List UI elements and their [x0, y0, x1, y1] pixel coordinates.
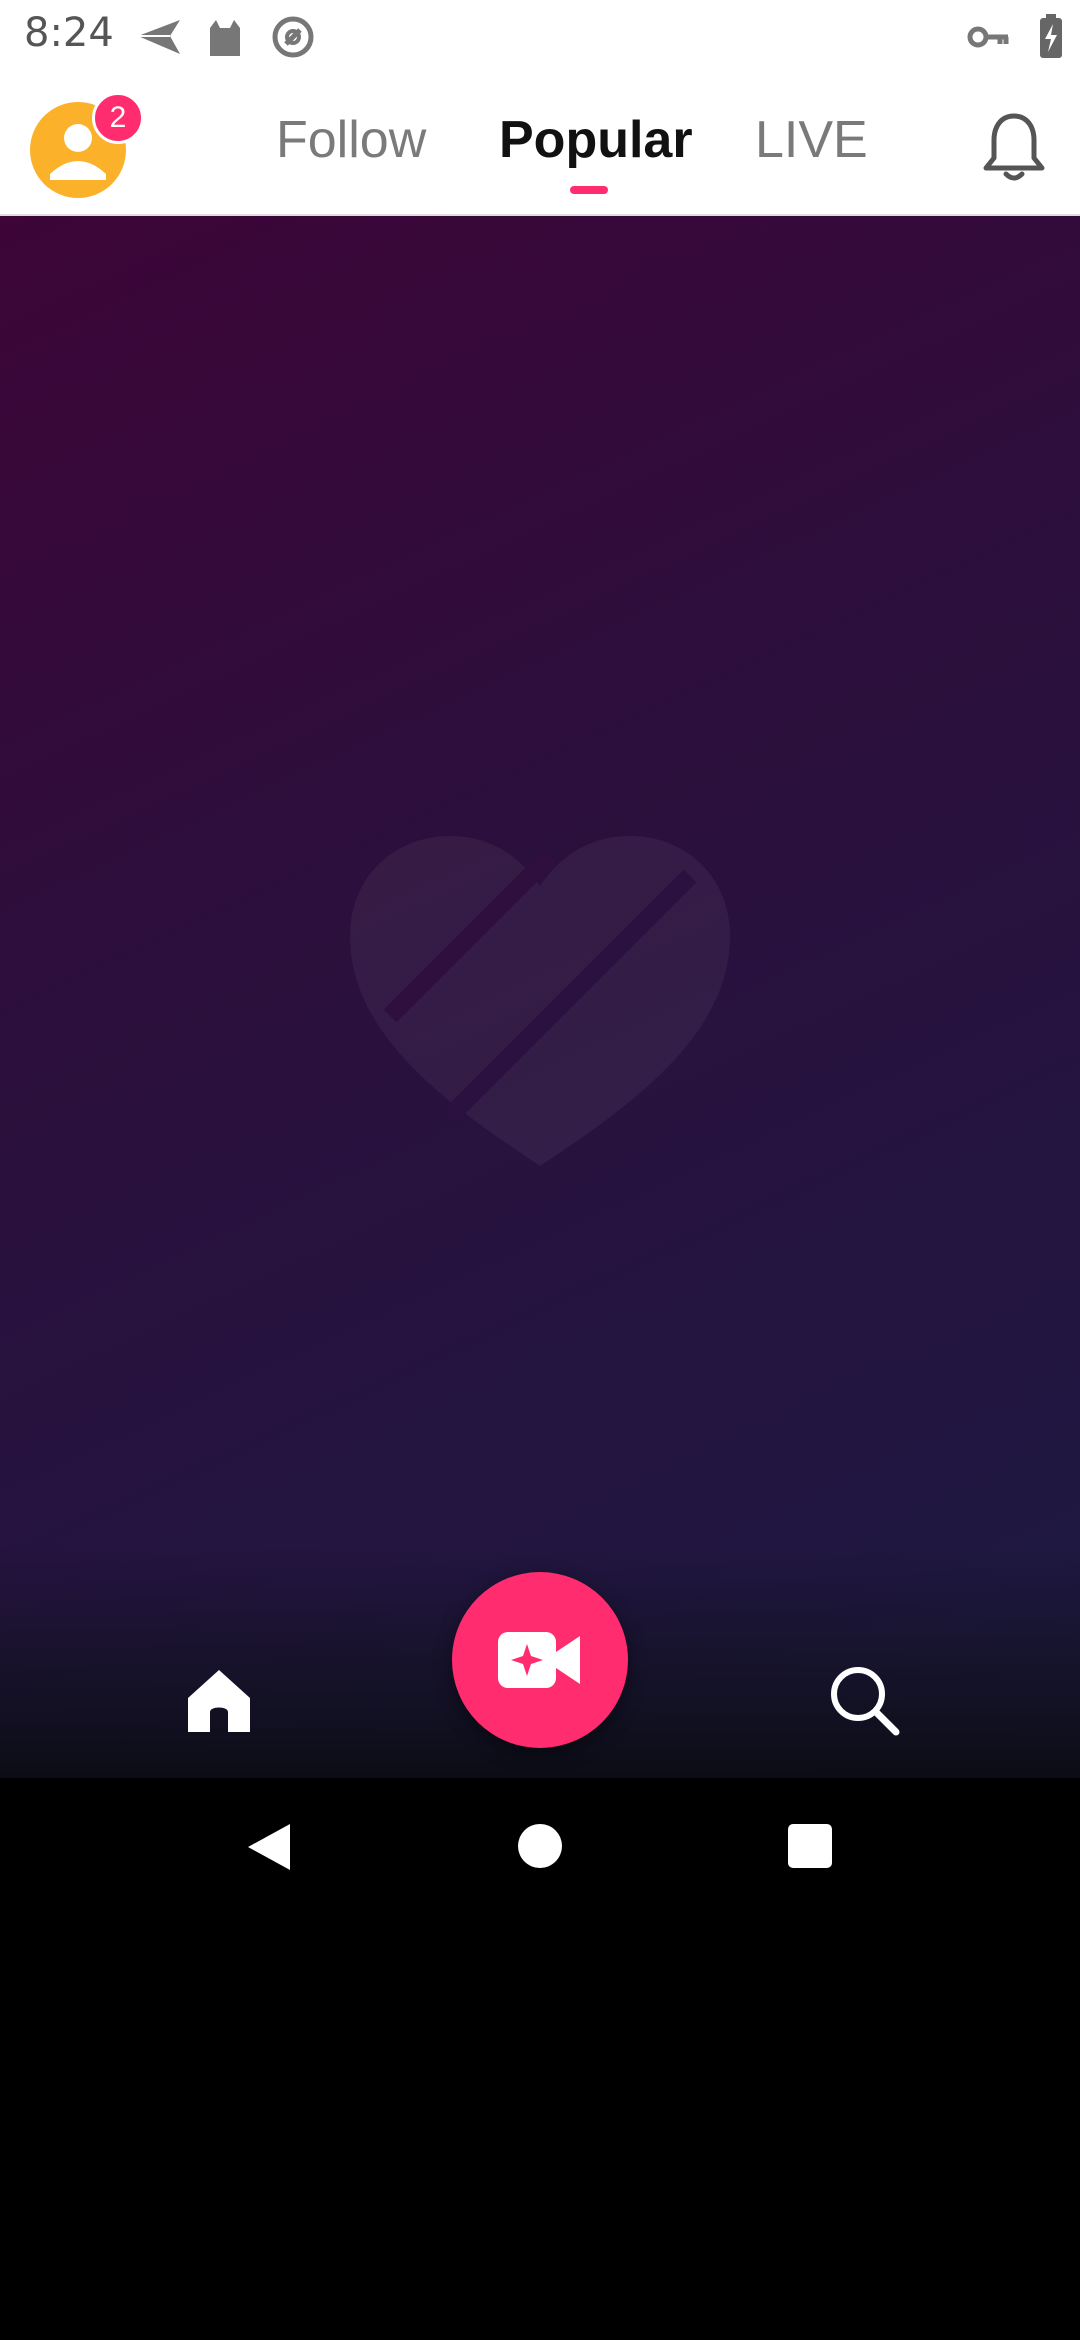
- send-icon: [138, 20, 180, 54]
- key-icon: [967, 26, 1009, 48]
- home-circle-icon[interactable]: [518, 1824, 562, 1868]
- back-icon[interactable]: [244, 1820, 292, 1874]
- status-bar: 8:24: [0, 0, 1080, 72]
- tab-live[interactable]: LIVE: [755, 110, 868, 170]
- tab-follow[interactable]: Follow: [276, 110, 426, 170]
- top-bar: 2 Follow Popular LIVE: [0, 72, 1080, 216]
- system-navigation-bar: [0, 1778, 1080, 1918]
- tab-popular[interactable]: Popular: [499, 110, 693, 170]
- home-icon[interactable]: [182, 1662, 256, 1736]
- active-tab-indicator: [570, 186, 608, 194]
- status-time: 8:24: [24, 10, 114, 56]
- app-screen: 8:24 2 Follow Popular LIVE: [0, 0, 1080, 2340]
- battery-charging-icon: [1040, 14, 1062, 58]
- heart-logo-icon: [350, 836, 730, 1166]
- at-sign-icon: [272, 16, 314, 58]
- video-feed-area[interactable]: [0, 216, 1080, 1778]
- notification-badge: 2: [92, 92, 144, 144]
- cat-icon: [210, 20, 240, 56]
- bell-icon[interactable]: [980, 108, 1048, 186]
- video-record-button[interactable]: [452, 1572, 628, 1748]
- search-icon[interactable]: [826, 1662, 902, 1738]
- video-record-icon: [498, 1632, 580, 1688]
- recents-square-icon[interactable]: [788, 1824, 832, 1868]
